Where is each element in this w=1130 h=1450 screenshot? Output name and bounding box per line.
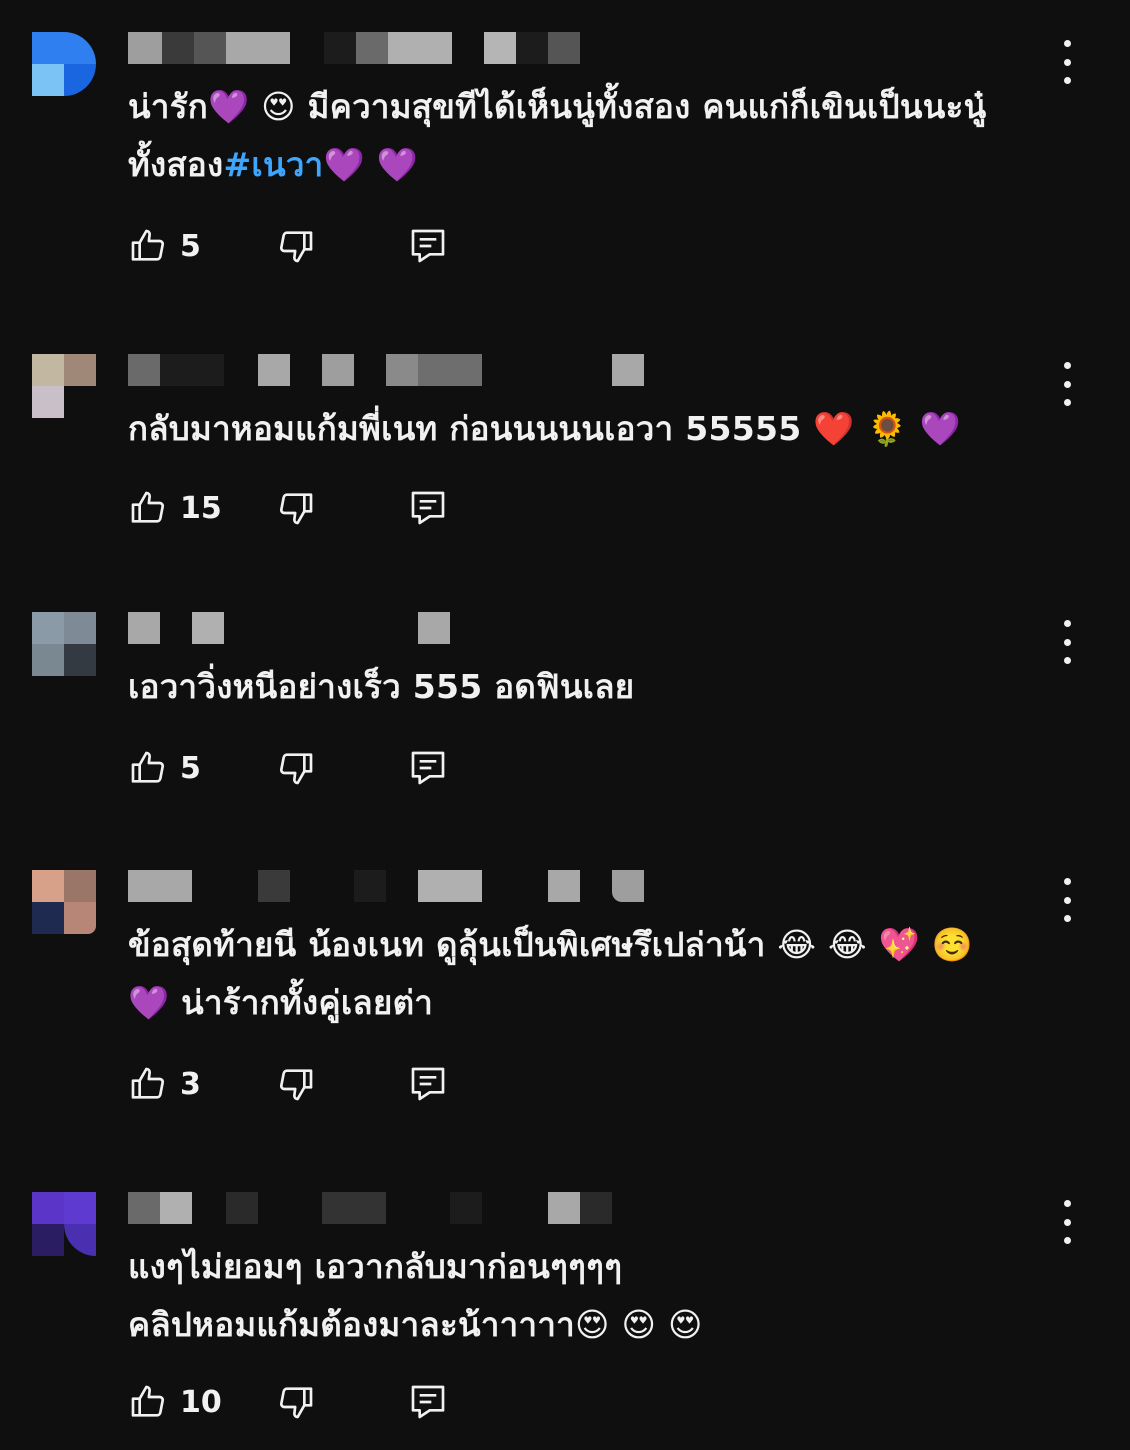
avatar[interactable] xyxy=(32,612,96,676)
reply-icon xyxy=(411,751,445,785)
hashtag-link[interactable]: #เนวา xyxy=(223,145,323,184)
thumbs-up-icon xyxy=(131,1067,165,1099)
dislike-button[interactable] xyxy=(276,748,316,788)
avatar-tile xyxy=(32,644,64,676)
more-vert-icon[interactable] xyxy=(1050,878,1084,922)
reply-button[interactable] xyxy=(408,226,448,266)
emoji: 💜 💜 xyxy=(323,145,419,184)
like-count: 10 xyxy=(180,1384,222,1420)
avatar-tile xyxy=(32,64,64,96)
avatar-tile xyxy=(64,64,96,96)
dislike-button[interactable] xyxy=(276,226,316,266)
avatar-tile xyxy=(64,32,96,64)
like-count: 3 xyxy=(180,1066,201,1102)
avatar[interactable] xyxy=(32,1192,96,1256)
like-count: 5 xyxy=(180,228,201,264)
avatar[interactable] xyxy=(32,870,96,934)
comment-actions: 5 xyxy=(128,748,468,792)
dislike-button[interactable] xyxy=(276,1382,316,1422)
thumbs-down-icon xyxy=(279,1387,313,1419)
like-count: 5 xyxy=(180,750,201,786)
like-button[interactable]: 15 xyxy=(128,488,222,528)
more-vert-icon[interactable] xyxy=(1050,362,1084,406)
comment-text-line: น่ารัก💜 😍 มีความสุขทีได้เห็นนู่ทั้งสอง ค… xyxy=(128,87,987,126)
avatar-tile xyxy=(64,902,96,934)
comment-actions: 5 xyxy=(128,226,468,270)
comment-text-line2: ทั้งสอง xyxy=(128,145,224,184)
thumbs-up-icon xyxy=(131,229,165,261)
avatar-tile xyxy=(32,386,64,418)
comment-actions: 3 xyxy=(128,1064,468,1108)
reply-button[interactable] xyxy=(408,1064,448,1104)
more-vert-icon[interactable] xyxy=(1050,620,1084,664)
thumbs-down-icon xyxy=(279,493,313,525)
thumbs-down-icon xyxy=(279,753,313,785)
avatar-tile xyxy=(64,644,96,676)
avatar[interactable] xyxy=(32,32,96,96)
avatar-tile xyxy=(32,902,64,934)
reply-button[interactable] xyxy=(408,748,448,788)
thumbs-up-icon xyxy=(131,491,165,523)
avatar-tile xyxy=(64,870,96,902)
dislike-button[interactable] xyxy=(276,488,316,528)
avatar-tile xyxy=(64,386,96,418)
like-count: 15 xyxy=(180,490,222,526)
more-vert-icon[interactable] xyxy=(1050,40,1084,84)
thumbs-down-icon xyxy=(279,231,313,263)
avatar[interactable] xyxy=(32,354,96,418)
comment-text: แงๆไม่ยอมๆ เอวากลับมาก่อนๆๆๆๆ คลิปหอมแก้… xyxy=(128,1247,703,1344)
like-button[interactable]: 5 xyxy=(128,226,201,266)
reply-button[interactable] xyxy=(408,1382,448,1422)
reply-icon xyxy=(411,491,445,525)
reply-button[interactable] xyxy=(408,488,448,528)
avatar-tile xyxy=(32,870,64,902)
comment-text: ข้อสุดท้ายนี น้องเนท ดูลุ้นเป็นพิเศษรึเป… xyxy=(128,925,974,1022)
comment-text: น่ารัก💜 😍 มีความสุขทีได้เห็นนู่ทั้งสอง ค… xyxy=(128,78,1048,194)
comments-feed: น่ารัก💜 😍 มีความสุขทีได้เห็นนู่ทั้งสอง ค… xyxy=(0,0,1130,1450)
comment-actions: 10 xyxy=(128,1382,468,1426)
comment-text: เอวาวิ่งหนีอย่างเร็ว 555 อดฟินเลย xyxy=(128,667,635,706)
reply-icon xyxy=(411,1067,445,1101)
thumbs-up-icon xyxy=(131,751,165,783)
reply-icon xyxy=(411,1385,445,1419)
avatar-tile xyxy=(32,1192,64,1224)
avatar-tile xyxy=(32,354,64,386)
avatar-tile xyxy=(64,354,96,386)
like-button[interactable]: 5 xyxy=(128,748,201,788)
reply-icon xyxy=(411,229,445,263)
like-button[interactable]: 3 xyxy=(128,1064,201,1104)
like-button[interactable]: 10 xyxy=(128,1382,222,1422)
avatar-tile xyxy=(64,612,96,644)
dislike-button[interactable] xyxy=(276,1064,316,1104)
avatar-tile xyxy=(32,1224,64,1256)
comment-actions: 15 xyxy=(128,488,468,532)
avatar-tile xyxy=(32,32,64,64)
avatar-tile xyxy=(64,1192,96,1224)
avatar-tile xyxy=(32,612,64,644)
comment-text: กลับมาหอมแก้มพี่เนท ก่อนนนนนเอวา 55555 ❤… xyxy=(128,409,962,448)
avatar-tile xyxy=(64,1224,96,1256)
thumbs-up-icon xyxy=(131,1385,165,1417)
thumbs-down-icon xyxy=(279,1069,313,1101)
more-vert-icon[interactable] xyxy=(1050,1200,1084,1244)
